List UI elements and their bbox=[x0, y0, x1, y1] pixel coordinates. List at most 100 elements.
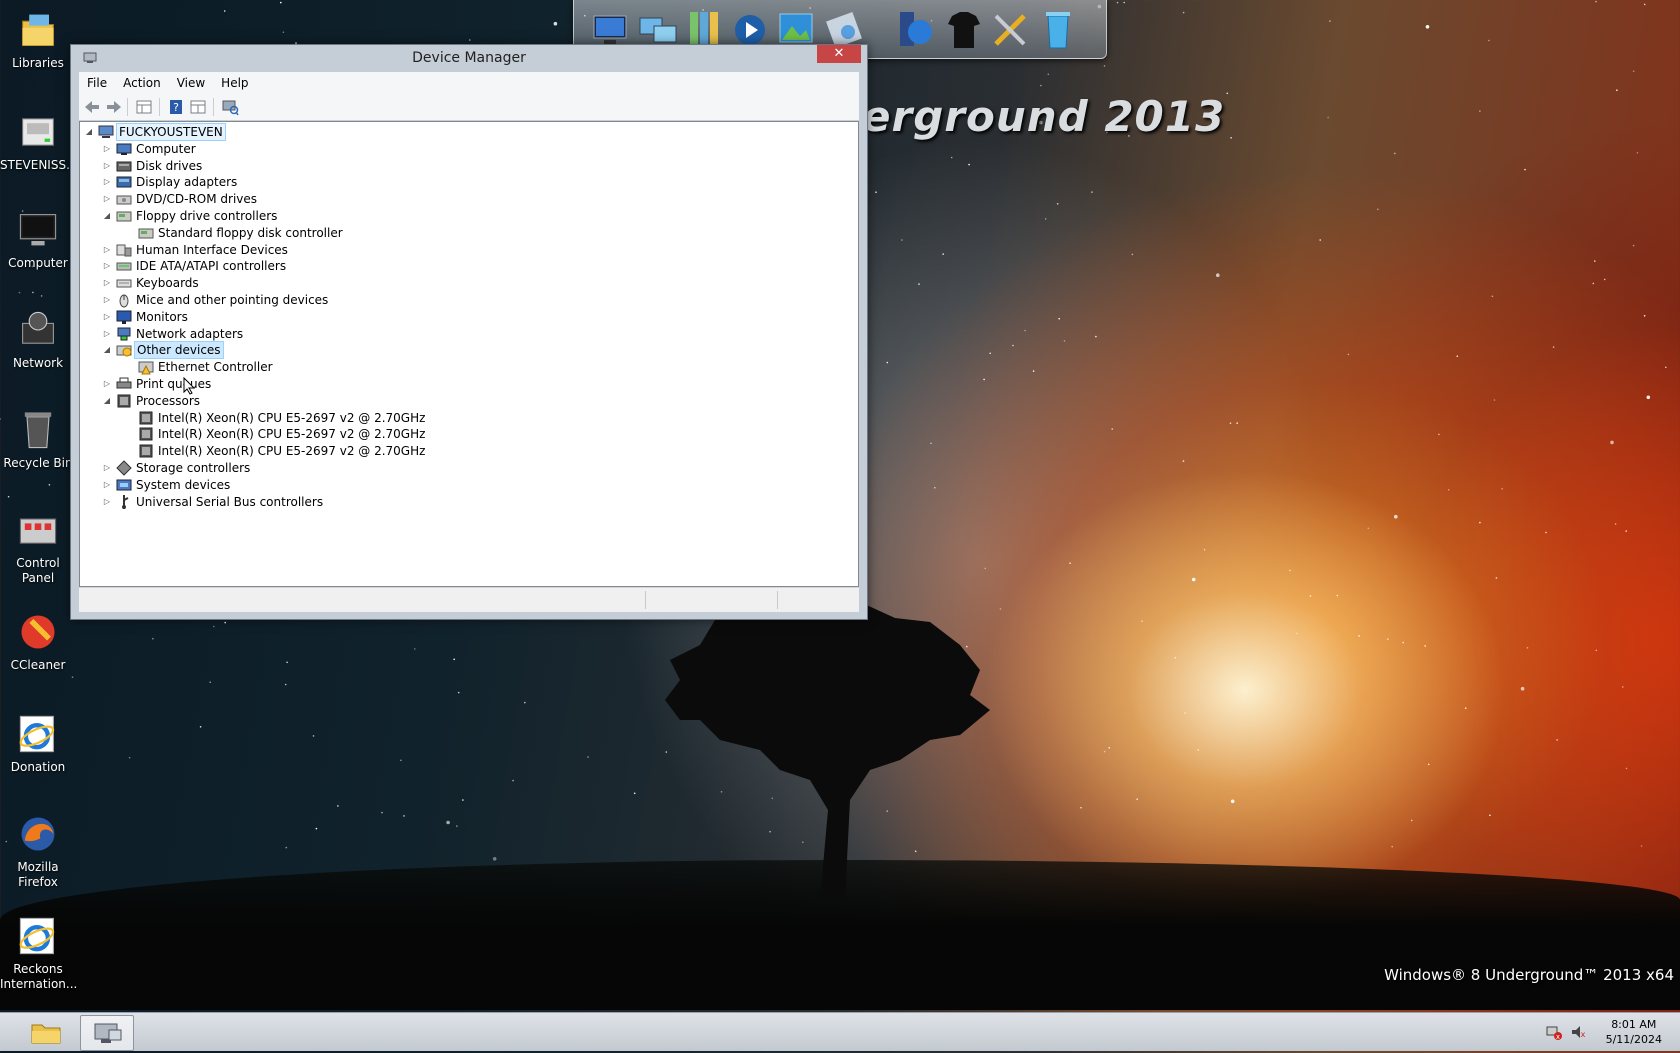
desktop-icon-libraries[interactable]: Libraries bbox=[0, 8, 76, 71]
tree-item-label: Monitors bbox=[136, 309, 188, 324]
tree-item-label: Human Interface Devices bbox=[136, 242, 288, 257]
tree-item-label: Network adapters bbox=[136, 326, 244, 341]
close-button[interactable]: ✕ bbox=[817, 45, 861, 63]
network-adapter-icon bbox=[117, 327, 131, 341]
menu-action[interactable]: Action bbox=[115, 72, 169, 94]
collapse-arrow-icon[interactable]: ◢ bbox=[84, 123, 94, 141]
menu-file[interactable]: File bbox=[79, 72, 115, 94]
tree-item-label: IDE ATA/ATAPI controllers bbox=[136, 259, 287, 274]
svg-text:x: x bbox=[1556, 1033, 1560, 1040]
desktop-icon-control-panel[interactable]: Control Panel bbox=[0, 508, 76, 586]
tree-item-label: Intel(R) Xeon(R) CPU E5-2697 v2 @ 2.70GH… bbox=[158, 427, 426, 442]
desktop-icon-label: Computer bbox=[8, 256, 68, 270]
dock-globe-icon[interactable] bbox=[894, 6, 938, 52]
expand-arrow-icon[interactable]: ▷ bbox=[102, 257, 112, 275]
file-explorer-task-icon[interactable] bbox=[20, 1015, 72, 1049]
tree-item-label: Standard floppy disk controller bbox=[158, 225, 343, 240]
system-clock[interactable]: 8:01 AM 5/11/2024 bbox=[1606, 1017, 1662, 1047]
expand-arrow-icon[interactable]: ▷ bbox=[102, 274, 112, 292]
floppy-controller-icon bbox=[138, 228, 154, 239]
expand-arrow-icon[interactable]: ▷ bbox=[102, 173, 112, 191]
dock-recycle-bin-icon[interactable] bbox=[1036, 6, 1080, 52]
display-adapter-icon bbox=[116, 176, 132, 188]
processor-icon bbox=[139, 444, 153, 458]
svg-text:x: x bbox=[1581, 1030, 1586, 1039]
tree-item-label: Ethernet Controller bbox=[158, 360, 273, 375]
toolbar: ? bbox=[79, 94, 859, 121]
ie-icon bbox=[19, 715, 55, 753]
expand-arrow-icon[interactable]: ▷ bbox=[102, 140, 112, 158]
properties-icon[interactable] bbox=[189, 98, 207, 116]
back-arrow-icon[interactable] bbox=[83, 98, 101, 116]
computer-icon bbox=[116, 143, 132, 155]
desktop-icon-steveniss[interactable]: STEVENISS... bbox=[0, 110, 78, 173]
expand-arrow-icon[interactable]: ▷ bbox=[102, 291, 112, 309]
ide-controller-icon bbox=[116, 262, 132, 271]
dock-tools-icon[interactable] bbox=[988, 6, 1032, 52]
forward-arrow-icon[interactable] bbox=[105, 98, 123, 116]
ccleaner-icon bbox=[21, 615, 55, 649]
usb-icon bbox=[122, 494, 129, 509]
expand-arrow-icon[interactable]: ▷ bbox=[102, 157, 112, 175]
status-bar bbox=[79, 587, 859, 612]
processor-icon bbox=[117, 394, 131, 408]
wallpaper-tree bbox=[665, 600, 990, 900]
volume-muted-icon[interactable]: x bbox=[1570, 1024, 1586, 1040]
title-bar[interactable]: Device Manager ✕ bbox=[71, 45, 867, 71]
collapse-arrow-icon[interactable]: ◢ bbox=[102, 392, 112, 410]
desktop-icon-ccleaner[interactable]: CCleaner bbox=[0, 610, 76, 673]
tree-item-label: Floppy drive controllers bbox=[136, 209, 278, 223]
desktop-icon-label: Reckons Internation... bbox=[0, 962, 78, 991]
monitor-icon bbox=[116, 310, 132, 324]
collapse-arrow-icon[interactable]: ◢ bbox=[102, 207, 112, 225]
warning-device-icon bbox=[138, 361, 154, 375]
device-tree: ◢ FUCKYOUSTEVEN ▷ Computer ▷ Disk drives ▷ Di… bbox=[79, 121, 859, 587]
taskbar: x x 8:01 AM 5/11/2024 bbox=[0, 1012, 1680, 1051]
os-watermark: Windows® 8 Underground™ 2013 x64 bbox=[1384, 966, 1674, 984]
desktop-icon-label: Network bbox=[12, 356, 64, 370]
dock-shirt-icon[interactable] bbox=[942, 6, 986, 52]
expand-arrow-icon[interactable]: ▷ bbox=[102, 190, 112, 208]
tree-item-label: Mice and other pointing devices bbox=[136, 293, 329, 307]
expand-arrow-icon[interactable]: ▷ bbox=[102, 493, 112, 511]
expand-arrow-icon[interactable]: ▷ bbox=[102, 308, 112, 326]
dvd-drive-icon bbox=[116, 195, 132, 205]
wallpaper-title-text: erground 2013 bbox=[862, 92, 1226, 141]
desktop-icon-donation[interactable]: Donation bbox=[0, 712, 76, 775]
tree-root-label: FUCKYOUSTEVEN bbox=[116, 123, 226, 141]
expand-arrow-icon[interactable]: ▷ bbox=[102, 241, 112, 259]
show-hide-tree-icon[interactable] bbox=[135, 98, 153, 116]
help-icon[interactable]: ? bbox=[167, 98, 185, 116]
tree-item-label: System devices bbox=[136, 477, 231, 492]
tree-item-label: Print queues bbox=[136, 377, 212, 391]
network-icon bbox=[22, 311, 54, 344]
desktop-icon-reckons-internation[interactable]: Reckons Internation... bbox=[0, 914, 78, 992]
menu-view[interactable]: View bbox=[169, 72, 213, 94]
storage-controller-icon bbox=[116, 460, 132, 476]
expand-arrow-icon[interactable]: ▷ bbox=[102, 476, 112, 494]
device-manager-task-icon[interactable] bbox=[80, 1015, 134, 1051]
drive-icon bbox=[22, 118, 54, 146]
desktop-icon-computer[interactable]: Computer bbox=[0, 208, 76, 271]
recycle-bin-icon bbox=[24, 412, 52, 449]
scan-hardware-icon[interactable] bbox=[221, 98, 239, 116]
tree-item-label: Intel(R) Xeon(R) CPU E5-2697 v2 @ 2.70GH… bbox=[158, 410, 426, 425]
tree-item-label: Intel(R) Xeon(R) CPU E5-2697 v2 @ 2.70GH… bbox=[158, 444, 426, 459]
desktop-icon-network[interactable]: Network bbox=[0, 308, 76, 371]
desktop-icon-recycle-bin[interactable]: Recycle Bin bbox=[0, 408, 76, 471]
expand-arrow-icon[interactable]: ▷ bbox=[102, 325, 112, 343]
menu-bar: File Action View Help bbox=[79, 72, 859, 95]
computer-icon bbox=[19, 214, 57, 246]
processor-icon bbox=[139, 427, 153, 441]
desktop-icon-label: Donation bbox=[10, 760, 66, 774]
desktop-icon-label: Control Panel bbox=[16, 556, 60, 585]
desktop-icon-label: STEVENISS... bbox=[0, 158, 78, 172]
menu-help[interactable]: Help bbox=[213, 72, 256, 94]
expand-arrow-icon[interactable]: ▷ bbox=[102, 375, 112, 393]
collapse-arrow-icon[interactable]: ◢ bbox=[102, 341, 112, 359]
status-segment bbox=[777, 591, 778, 609]
expand-arrow-icon[interactable]: ▷ bbox=[102, 459, 112, 477]
desktop-icon-mozilla-firefox[interactable]: Mozilla Firefox bbox=[0, 812, 76, 890]
hid-icon bbox=[116, 244, 132, 257]
network-error-icon[interactable]: x bbox=[1546, 1024, 1562, 1040]
